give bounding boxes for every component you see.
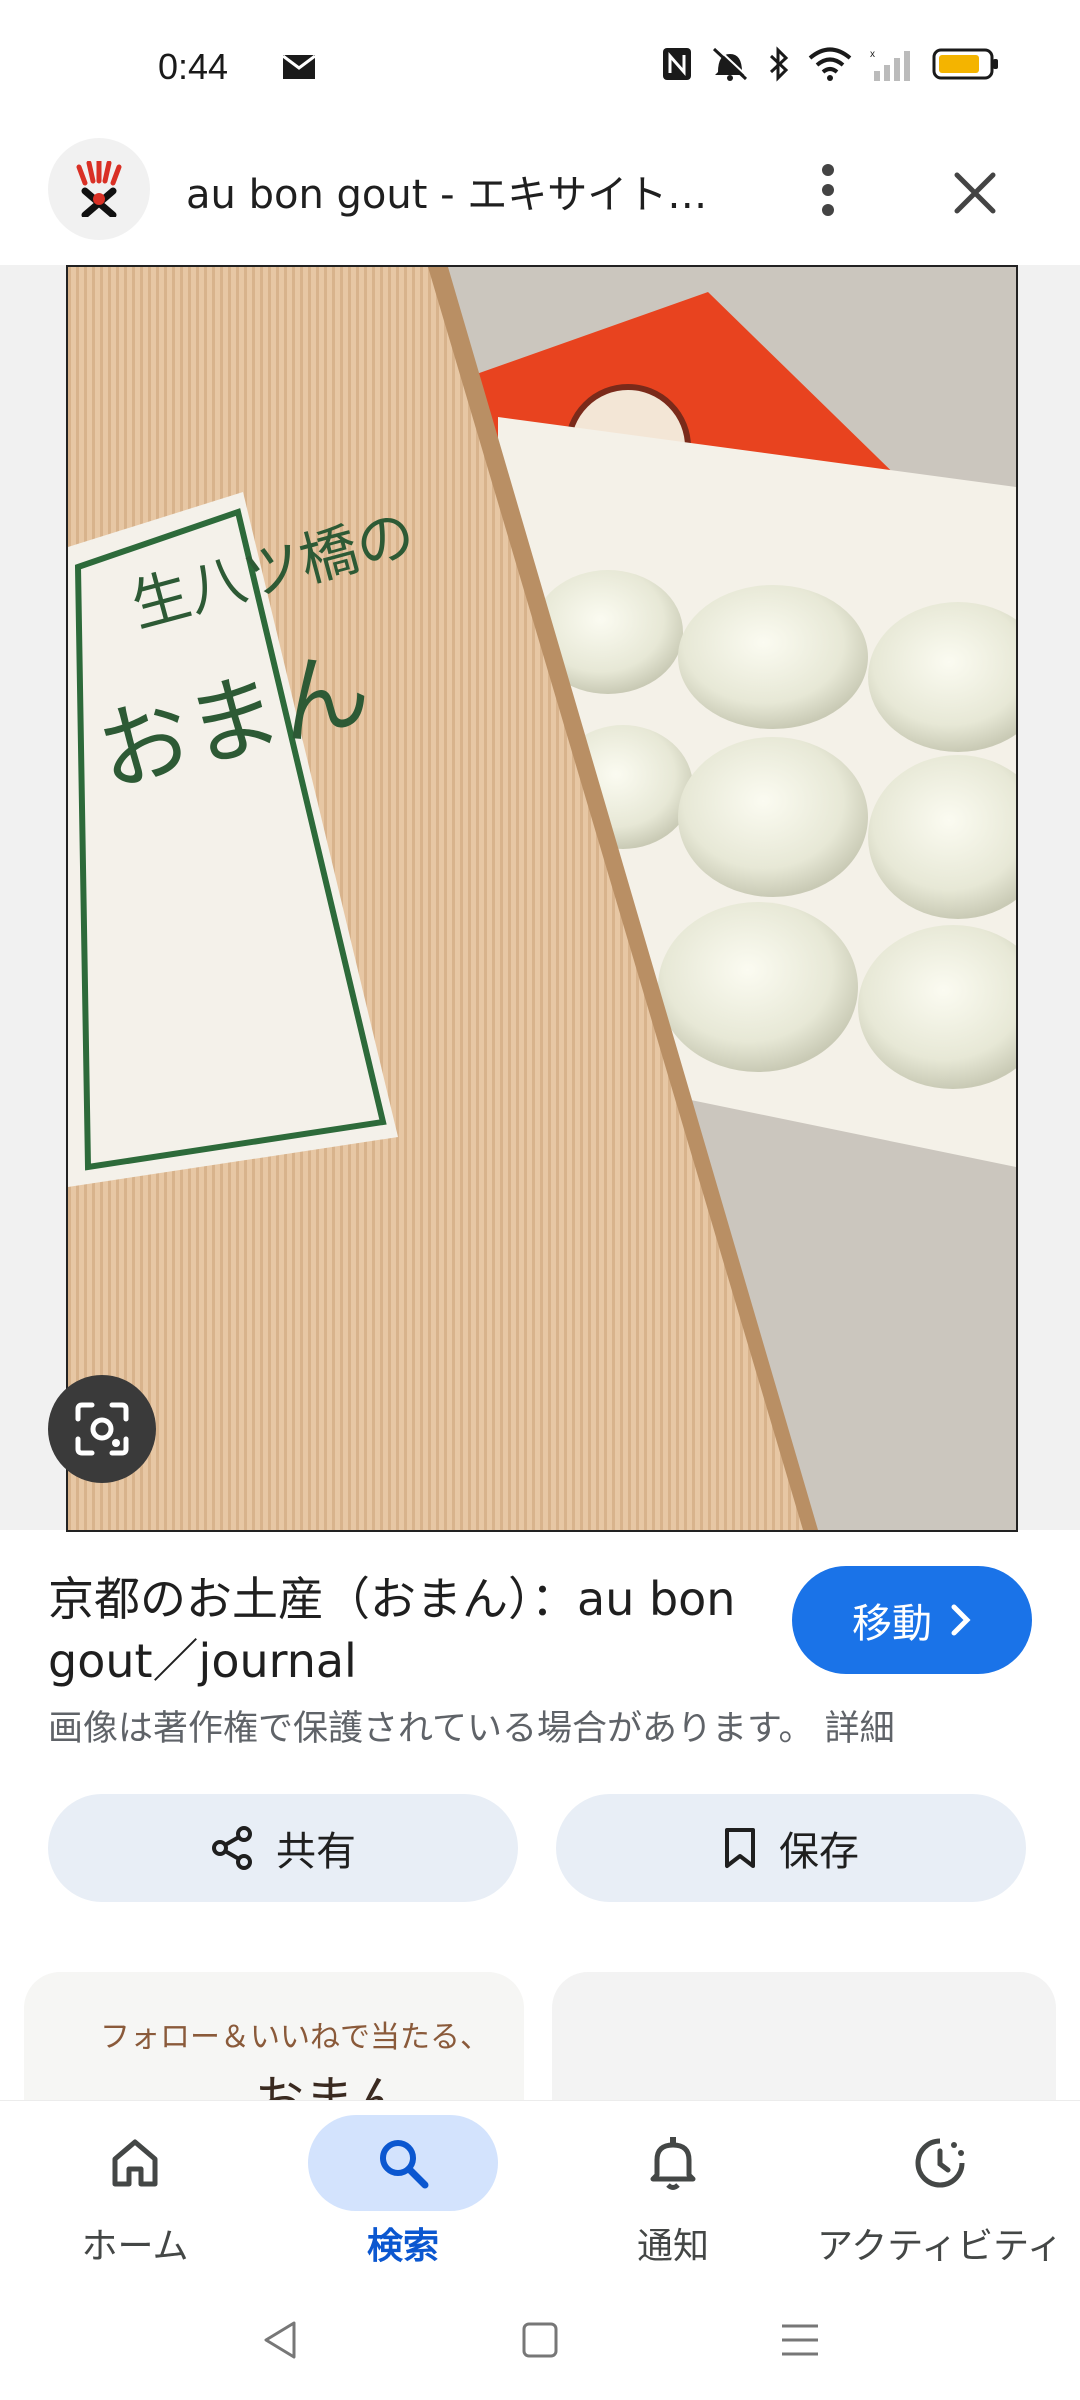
system-menu-button[interactable] <box>770 2310 830 2370</box>
signal-icon: x <box>870 47 914 81</box>
image-preview-area: 生八ツ橋の おまん <box>0 265 1080 1532</box>
nfc-icon <box>662 47 692 81</box>
related-image-thumbnail[interactable]: フォロー＆いいねで当たる、 おまん <box>24 1972 524 2102</box>
nav-home[interactable]: ホーム <box>40 2101 230 2281</box>
share-button[interactable]: 共有 <box>48 1794 518 1902</box>
more-vert-icon <box>822 164 834 216</box>
page-title: au bon gout - エキサイト… <box>186 172 708 218</box>
share-icon <box>212 1826 252 1870</box>
result-image[interactable]: 生八ツ橋の おまん <box>66 265 1018 1532</box>
bottom-navigation: ホーム 検索 通知 アクティビティ <box>0 2100 1080 2281</box>
copyright-notice[interactable]: 画像は著作権で保護されている場合があります。 詳細 <box>48 1700 895 1751</box>
page-header: au bon gout - エキサイト… <box>0 130 1080 265</box>
close-button[interactable] <box>940 158 1010 228</box>
search-icon <box>380 2140 429 2189</box>
home-square-icon <box>522 2322 558 2358</box>
chevron-right-icon <box>951 1604 971 1636</box>
nav-home-label: ホーム <box>81 2226 189 2267</box>
status-time: 0:44 <box>158 46 229 87</box>
result-title: 京都のお土産（おまん）：au bon gout／journal <box>48 1572 736 1688</box>
share-button-label: 共有 <box>276 1829 356 1875</box>
mute-icon <box>710 46 750 82</box>
visit-button[interactable]: 移動 <box>792 1566 1032 1674</box>
nav-search[interactable]: 検索 <box>308 2101 498 2281</box>
system-navigation-bar <box>0 2280 1080 2400</box>
nav-activity-label: アクティビティ <box>817 2226 1063 2267</box>
thumbnail-caption: フォロー＆いいねで当たる、 <box>100 2020 490 2055</box>
mail-icon <box>282 54 316 84</box>
bluetooth-icon <box>768 46 790 82</box>
more-options-button[interactable] <box>800 150 856 230</box>
bell-icon <box>650 2137 696 2190</box>
svg-text:x: x <box>870 49 875 60</box>
visit-button-label: 移動 <box>852 1601 932 1647</box>
nav-activity[interactable]: アクティビティ <box>815 2101 1065 2281</box>
system-home-button[interactable] <box>510 2310 570 2370</box>
close-icon <box>954 172 996 214</box>
system-back-button[interactable] <box>250 2310 310 2370</box>
home-icon <box>112 2139 158 2187</box>
related-image-thumbnail[interactable] <box>552 1972 1056 2102</box>
lens-search-button[interactable] <box>48 1375 156 1483</box>
nav-search-label: 検索 <box>366 2226 439 2267</box>
wifi-icon <box>808 47 852 81</box>
thumbnail-title: おまん <box>254 2071 404 2102</box>
save-button-label: 保存 <box>779 1829 859 1875</box>
bookmark-icon <box>725 1828 755 1868</box>
battery-icon <box>932 48 1000 80</box>
site-favicon[interactable] <box>48 138 150 240</box>
nav-notifications-label: 通知 <box>636 2226 709 2267</box>
activity-history-icon <box>915 2138 965 2188</box>
save-button[interactable]: 保存 <box>556 1794 1026 1902</box>
menu-lines-icon <box>782 2324 818 2356</box>
google-lens-icon <box>75 1402 129 1456</box>
back-triangle-icon <box>264 2321 296 2359</box>
nav-notifications[interactable]: 通知 <box>578 2101 768 2281</box>
status-bar: 0:44 x <box>0 0 1080 130</box>
